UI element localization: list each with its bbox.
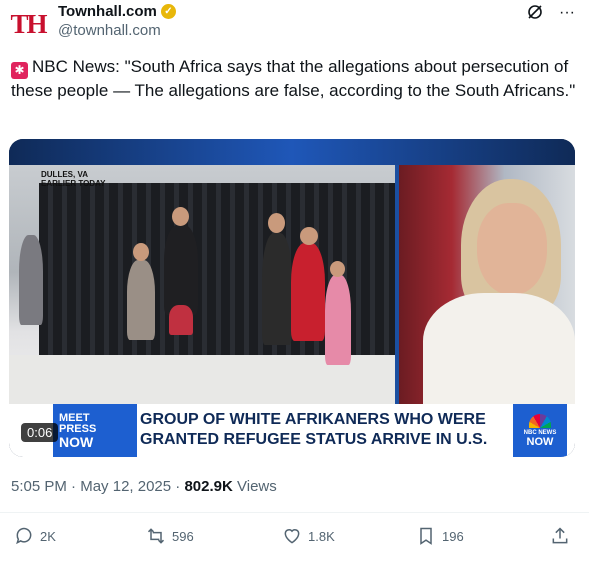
bookmark-icon [420,527,432,545]
anchor-face [477,203,547,295]
video-top-bar [9,139,575,165]
meta-separator: · [175,478,181,495]
bookmark-count: 196 [442,528,464,544]
meta-separator: · [71,478,77,495]
person-head [133,243,149,261]
person-head [172,207,189,226]
like-count: 1.8K [308,528,335,544]
action-bar: 2K 596 1.8K 196 [0,526,589,550]
tweet-text: ✱ NBC News: "South Africa says that the a… [11,55,581,103]
siren-icon: ✱ [11,62,28,79]
location-line-1: DULLES, VA [41,170,88,179]
like-button[interactable]: 1.8K [282,526,335,546]
reply-button[interactable]: 2K [14,526,56,546]
show-logo: MEET PRESS NOW [53,404,137,457]
divider-line [0,512,589,513]
anchor-jacket [423,293,575,404]
headline-line-2: GRANTED REFUGEE STATUS ARRIVE IN U.S. [140,431,488,448]
person-figure [325,275,351,365]
show-logo-line-2: PRESS [59,422,97,435]
person-head [330,261,345,277]
person-head [300,227,318,245]
video-left-scene: DULLES, VA EARLIER TODAY [9,165,395,404]
peacock-icon [529,413,551,428]
person-figure [127,260,155,340]
reply-count: 2K [40,528,56,544]
author-name[interactable]: Townhall.com [58,3,157,20]
video-duration: 0:06 [21,423,59,442]
author-name-row[interactable]: Townhall.com ✓ [58,3,176,20]
location-line-2: EARLIER TODAY [41,179,106,188]
views-label: Views [237,478,277,495]
share-icon [552,527,568,544]
person-figure [164,225,198,315]
show-logo-line-3: NOW [59,433,94,450]
repost-icon [147,528,165,544]
chyron-headline: GROUP OF WHITE AFRIKANERS WHO WERE GRANT… [140,410,510,450]
views-count: 802.9K [184,478,233,495]
repost-button[interactable]: 596 [146,526,194,546]
network-logo-line-2: NOW [526,435,554,448]
grok-icon[interactable] [527,4,543,25]
headline-line-1: GROUP OF WHITE AFRIKANERS WHO WERE [140,411,486,428]
header-actions: ··· [527,4,575,25]
more-icon[interactable]: ··· [559,4,575,25]
reply-icon [16,527,32,545]
avatar[interactable]: TH [8,4,48,44]
person-figure [291,243,325,341]
tweet-date[interactable]: May 12, 2025 [80,478,171,495]
person-figure [19,235,43,325]
location-caption: DULLES, VA EARLIER TODAY [41,170,105,188]
gold-check-icon: ✓ [160,4,176,19]
tweet-meta: 5:05 PM · May 12, 2025 · 802.9K Views [11,478,277,495]
tweet-body: NBC News: "South Africa says that the al… [11,57,576,100]
heart-icon [284,529,300,544]
person-figure [262,233,292,345]
person-figure [169,305,193,335]
person-head [268,213,285,233]
bookmark-button[interactable]: 196 [416,526,464,546]
author-handle[interactable]: @townhall.com [58,22,161,39]
show-logo-line-1: MEET [59,411,90,424]
tweet-time[interactable]: 5:05 PM [11,478,67,495]
share-button[interactable] [550,526,570,546]
repost-count: 596 [172,528,194,544]
video-right-anchor [399,165,575,404]
video-player[interactable]: DULLES, VA EARLIER TODAY MEET PRESS NOW … [9,139,575,457]
network-logo: NBC NEWS NOW [513,404,567,457]
